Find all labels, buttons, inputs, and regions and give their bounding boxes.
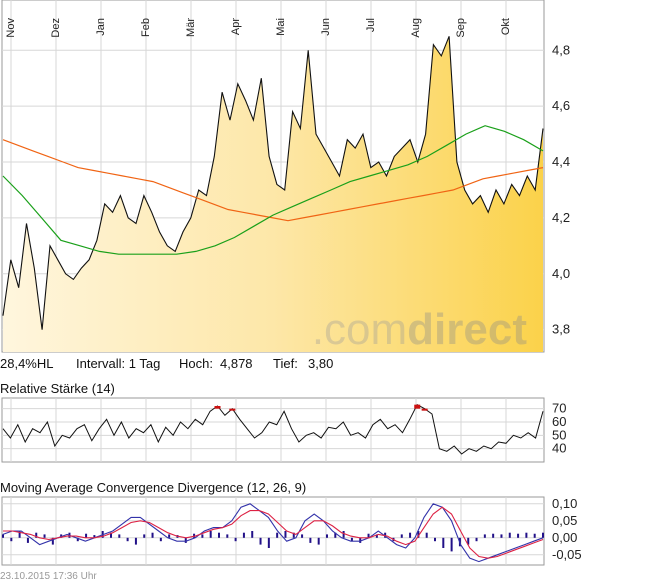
macd-histogram-bar bbox=[26, 537, 29, 543]
month-tick-label: Nov bbox=[5, 18, 17, 38]
macd-signal-line bbox=[3, 506, 544, 559]
macd-histogram-bar bbox=[301, 534, 304, 538]
month-tick-label: Feb bbox=[140, 18, 152, 37]
high-label: Hoch: bbox=[179, 356, 213, 371]
rsi-y-tick-label: 40 bbox=[552, 441, 566, 456]
macd-title: Moving Average Convergence Divergence (1… bbox=[0, 480, 306, 495]
macd-histogram-bar bbox=[542, 532, 544, 538]
macd-histogram-bar bbox=[134, 537, 137, 545]
macd-histogram-bar bbox=[483, 534, 486, 538]
timestamp: 23.10.2015 17:36 Uhr bbox=[0, 571, 97, 582]
low-value: 3,80 bbox=[308, 356, 333, 371]
rsi-lines bbox=[2, 404, 544, 455]
macd-histogram-bar bbox=[2, 534, 4, 538]
month-tick-label: Jan bbox=[95, 18, 107, 36]
macd-histogram-bar bbox=[425, 532, 428, 538]
watermark-direct: direct bbox=[407, 305, 527, 354]
macd-histogram-bar bbox=[342, 531, 345, 538]
price-y-tick-label: 4,6 bbox=[552, 98, 570, 113]
month-tick-label: Sep bbox=[455, 18, 467, 38]
rsi-grid bbox=[2, 398, 544, 462]
rsi-overbought-marker bbox=[214, 406, 221, 409]
macd-histogram-bar bbox=[533, 533, 536, 538]
rsi-line bbox=[2, 404, 544, 455]
macd-histogram-bar bbox=[409, 532, 412, 538]
macd-histogram-bar bbox=[492, 533, 495, 538]
macd-histogram-bar bbox=[259, 537, 262, 545]
x-axis-ticks: Nov Dez Jan Feb Mär Apr Mai Jun Jul Aug Sep Okt bbox=[5, 18, 512, 38]
macd-histogram-bar bbox=[242, 532, 245, 538]
macd-grid bbox=[2, 497, 544, 565]
month-tick-label: Jun bbox=[320, 18, 332, 36]
macd-lines bbox=[2, 503, 544, 563]
month-tick-label: Mai bbox=[275, 18, 287, 36]
macd-histogram-bar bbox=[218, 532, 220, 538]
month-tick-label: Okt bbox=[500, 18, 512, 35]
interval-label: Intervall: 1 Tag bbox=[76, 356, 160, 371]
macd-histogram-bar bbox=[43, 534, 46, 538]
macd-y-tick-label: -0,05 bbox=[552, 547, 582, 562]
macd-histogram-bar bbox=[126, 537, 129, 542]
month-tick-label: Apr bbox=[230, 18, 242, 35]
macd-histogram-bar bbox=[234, 537, 237, 542]
macd-histogram-bar bbox=[251, 531, 254, 538]
macd-histogram-bar bbox=[226, 534, 229, 538]
macd-histogram-bar bbox=[209, 531, 212, 538]
macd-histogram-bar bbox=[184, 537, 187, 543]
stock-chart: Nov Dez Jan Feb Mär Apr Mai Jun Jul Aug Sep Okt 3,8… bbox=[0, 0, 582, 582]
macd-histogram-bar bbox=[400, 534, 403, 538]
price-y-tick-label: 4,0 bbox=[552, 266, 570, 281]
macd-histogram-bar bbox=[317, 537, 320, 545]
rsi-title: Relative Stärke (14) bbox=[0, 381, 115, 396]
macd-histogram-bar bbox=[267, 537, 270, 548]
watermark-com: .com bbox=[312, 305, 407, 354]
macd-histogram-bar bbox=[434, 537, 436, 542]
macd-histogram-bar bbox=[143, 534, 146, 538]
macd-histogram-bar bbox=[450, 537, 453, 552]
month-tick-label: Aug bbox=[410, 18, 422, 38]
macd-histogram-bar bbox=[326, 534, 328, 538]
low-label: Tief: bbox=[273, 356, 298, 371]
macd-histogram-bar bbox=[159, 537, 162, 542]
macd-histogram-bar bbox=[276, 532, 279, 538]
macd-histogram-bar bbox=[201, 534, 204, 538]
price-y-tick-label: 4,8 bbox=[552, 42, 570, 57]
macd-histogram-bar bbox=[118, 534, 121, 538]
macd-histogram-bar bbox=[517, 533, 520, 538]
watermark: .comdirect bbox=[312, 305, 528, 354]
macd-histogram-bar bbox=[309, 537, 312, 543]
macd-histogram-bar bbox=[508, 532, 511, 538]
macd-y-tick-label: 0,00 bbox=[552, 530, 577, 545]
macd-y-tick-label: 0,05 bbox=[552, 513, 577, 528]
price-y-tick-label: 4,2 bbox=[552, 210, 570, 225]
month-tick-label: Mär bbox=[185, 18, 197, 37]
macd-histogram-bar bbox=[500, 534, 503, 538]
rsi-overbought-marker bbox=[229, 408, 236, 411]
rsi-y-axis: 70605040 bbox=[552, 401, 566, 456]
month-tick-label: Dez bbox=[50, 18, 62, 38]
macd-histogram-bar bbox=[442, 537, 445, 548]
price-y-axis: 3,8 4,0 4,2 4,4 4,6 4,8 bbox=[552, 42, 570, 336]
price-y-tick-label: 3,8 bbox=[552, 322, 570, 337]
macd-y-axis: 0,10 0,05 0,00 -0,05 bbox=[552, 496, 582, 562]
macd-histogram-bar bbox=[168, 534, 171, 538]
rsi-overbought-marker bbox=[414, 404, 421, 409]
macd-histogram-bar bbox=[284, 531, 287, 538]
price-y-tick-label: 4,4 bbox=[552, 154, 570, 169]
high-value: 4,878 bbox=[220, 356, 253, 371]
macd-histogram-bar bbox=[85, 533, 88, 538]
macd-histogram-bar bbox=[525, 532, 528, 538]
range-percent: 28,4%HL bbox=[0, 356, 53, 371]
macd-histogram-bar bbox=[10, 537, 13, 542]
rsi-overbought-marker bbox=[421, 408, 428, 411]
macd-histogram-bar bbox=[151, 532, 154, 538]
month-tick-label: Jul bbox=[365, 18, 377, 32]
macd-histogram-bar bbox=[475, 537, 478, 542]
rsi-panel-frame bbox=[1, 397, 545, 463]
macd-y-tick-label: 0,10 bbox=[552, 496, 577, 511]
